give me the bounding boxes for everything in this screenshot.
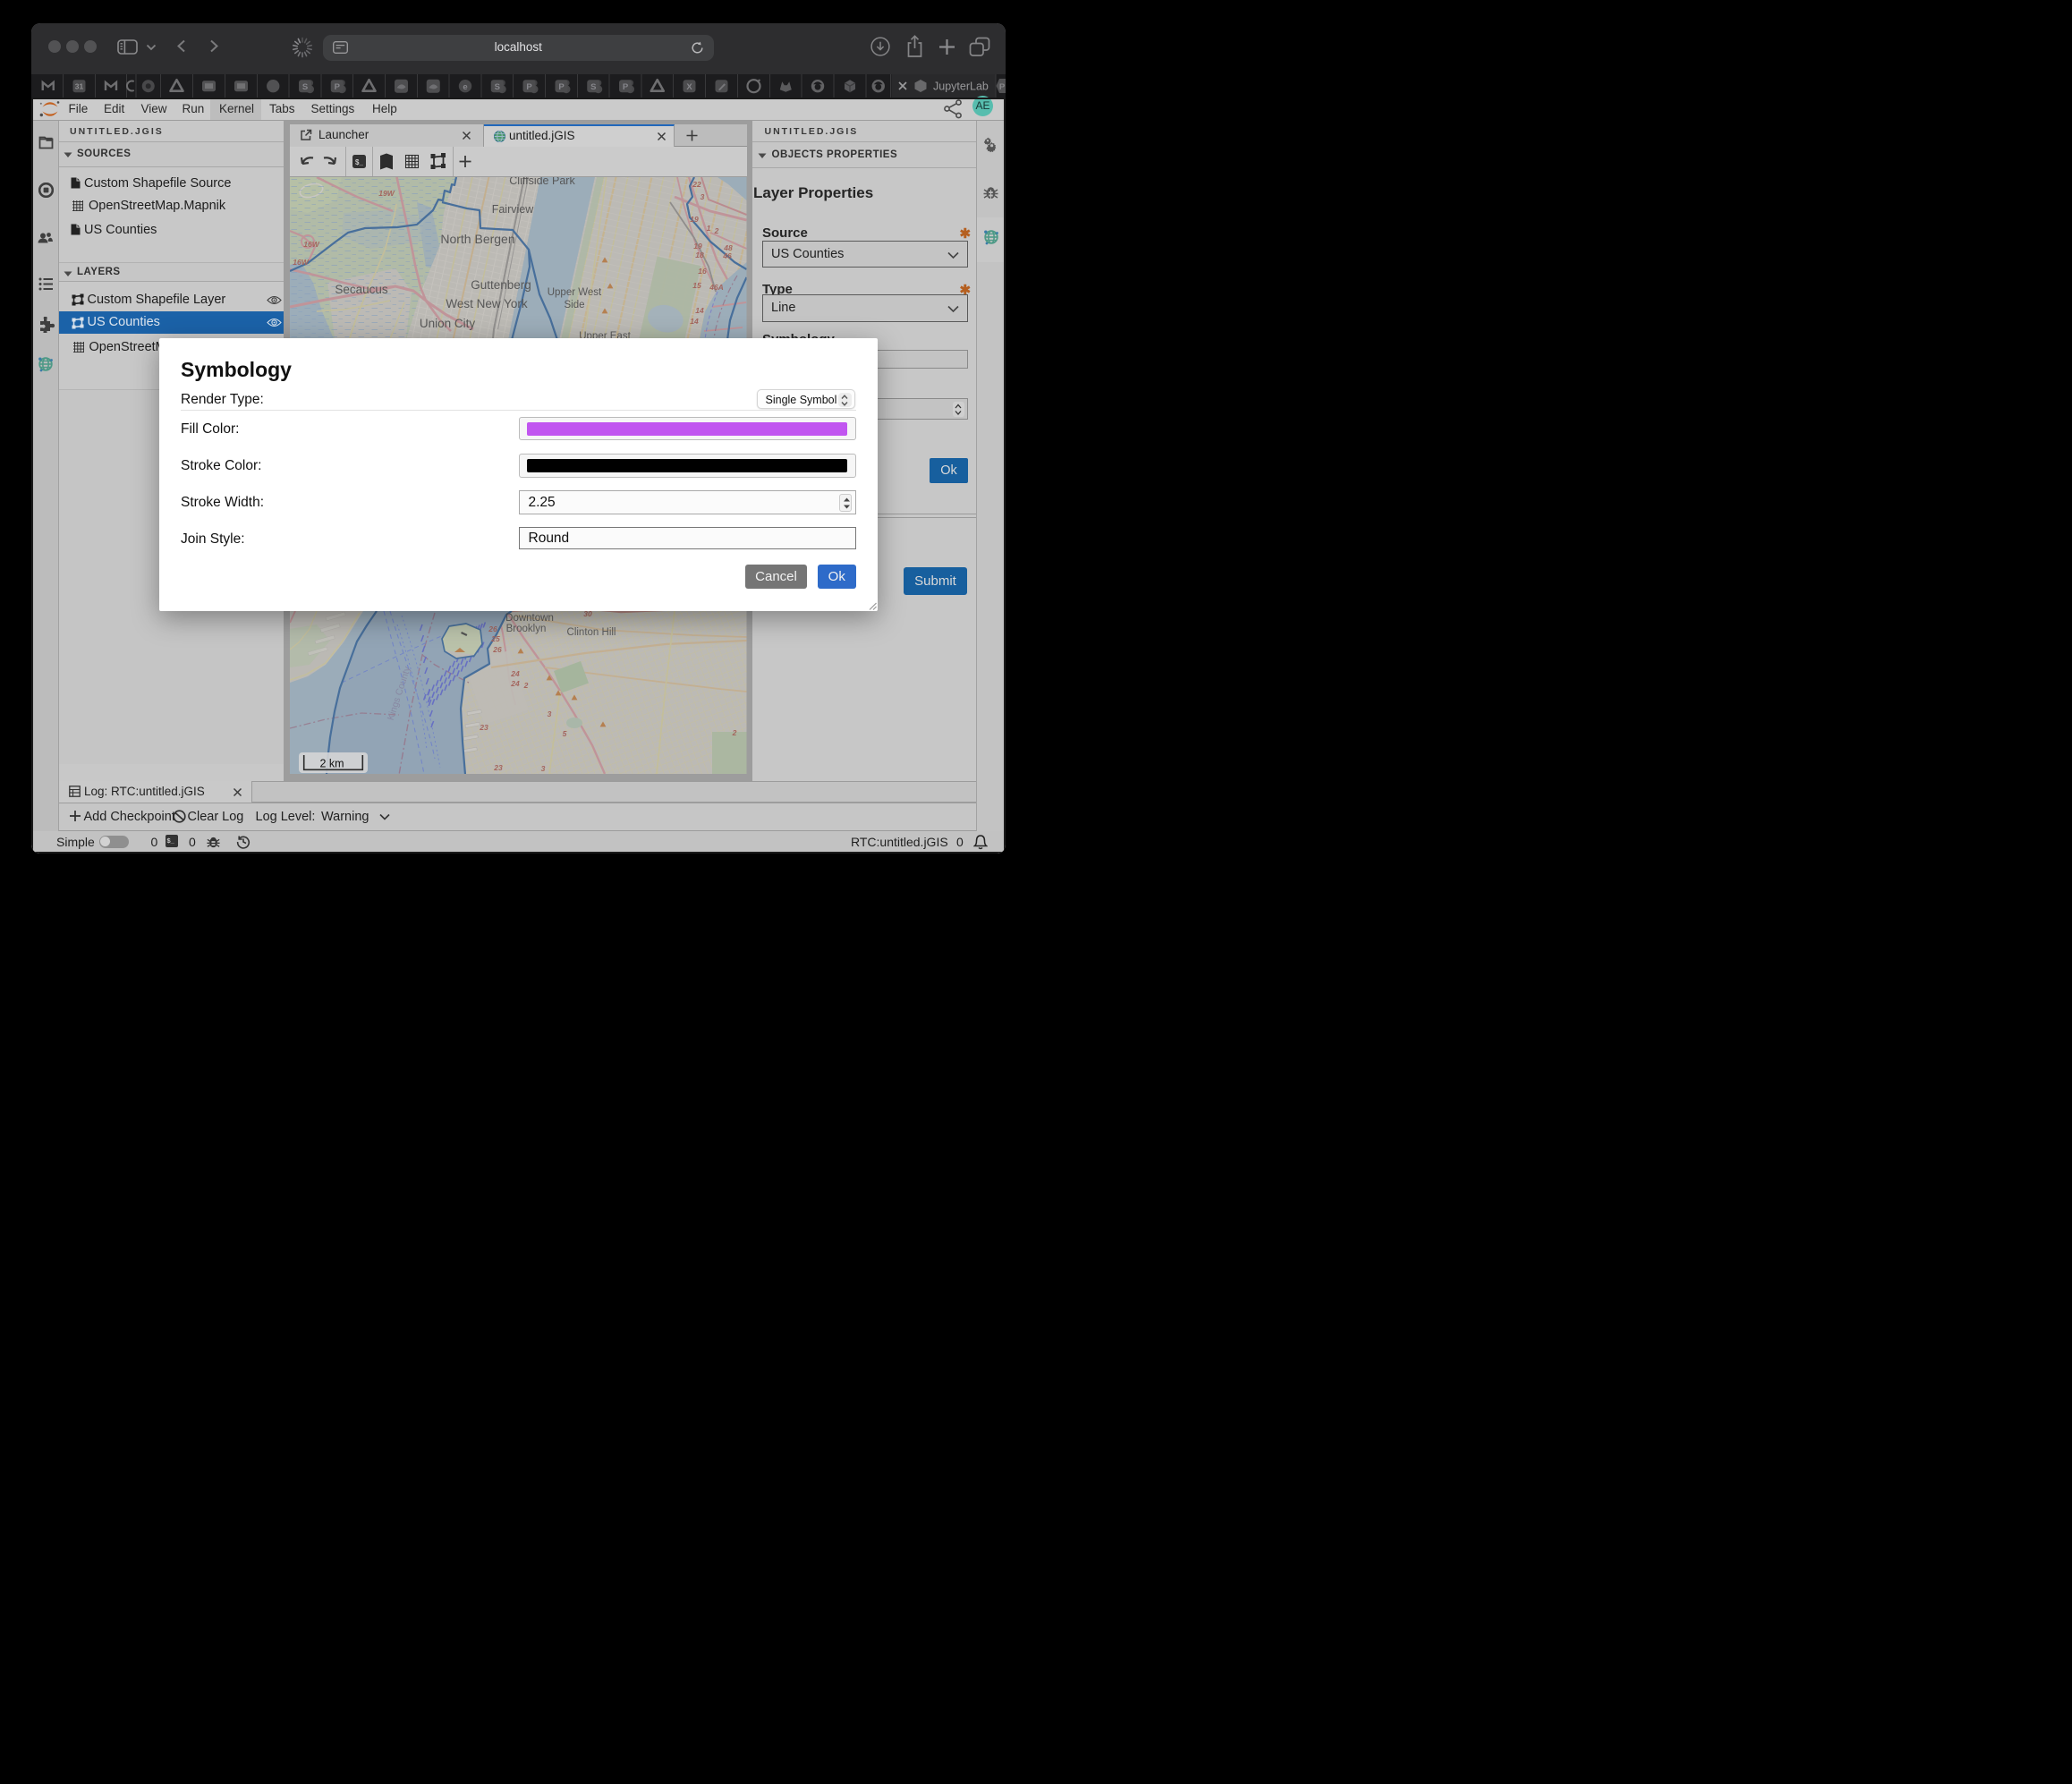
svg-text:2 km: 2 km [319, 757, 344, 769]
svg-text:S: S [301, 82, 307, 92]
svg-text:P: P [998, 82, 1005, 92]
svg-text:P: P [622, 82, 628, 92]
svg-text:S: S [590, 82, 596, 92]
svg-text:P: P [334, 82, 340, 92]
svg-text:31: 31 [74, 81, 83, 90]
svg-text:S: S [494, 82, 499, 92]
svg-text:e: e [463, 82, 467, 92]
svg-text:X: X [686, 82, 692, 92]
svg-text:P: P [526, 82, 532, 92]
svg-text:JupyterLab: JupyterLab [933, 80, 989, 92]
svg-text:$_: $_ [355, 158, 363, 166]
svg-text:P: P [558, 82, 565, 92]
